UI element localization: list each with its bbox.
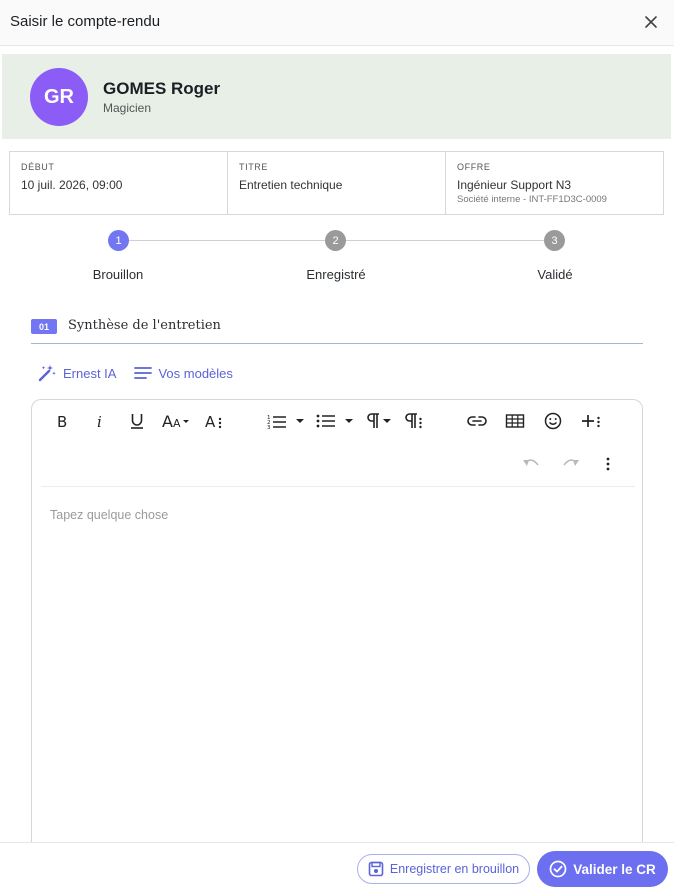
editor-tools-row: Ernest IA Vos modèles	[37, 362, 251, 384]
editor-content-area[interactable]: Tapez quelque chose	[50, 508, 168, 522]
step-2-label: Enregistré	[306, 267, 366, 282]
step-2-circle: 2	[325, 230, 346, 251]
font-size-icon: AA	[162, 412, 189, 430]
insert-more-button[interactable]	[578, 409, 604, 433]
svg-text:A: A	[205, 413, 216, 430]
caret-down-icon	[345, 419, 353, 423]
caret-down-icon	[383, 419, 391, 423]
templates-label: Vos modèles	[158, 365, 233, 381]
validate-button[interactable]: Valider le CR	[537, 851, 668, 887]
rich-text-editor: B i AA A 123 Tapez quelque chose	[31, 399, 643, 869]
info-value: 10 juil. 2026, 09:00	[21, 178, 123, 192]
paragraph-format-icon	[367, 413, 379, 428]
dialog-header: Saisir le compte-rendu	[0, 0, 674, 46]
templates-button[interactable]: Vos modèles	[134, 365, 233, 381]
redo-icon	[563, 459, 579, 466]
underline-icon	[131, 414, 143, 429]
info-title: TITRE Entretien technique	[228, 152, 446, 214]
caret-down-icon	[296, 419, 304, 423]
dialog-footer: Enregistrer en brouillon Valider le CR	[0, 842, 674, 889]
ordered-list-button[interactable]: 123	[264, 409, 290, 433]
candidate-role: Magicien	[103, 101, 152, 115]
toolbar-divider	[41, 486, 635, 487]
paragraph-style-icon	[405, 413, 422, 429]
avatar: GR	[30, 68, 88, 126]
info-label: TITRE	[239, 162, 268, 172]
ordered-list-icon: 123	[267, 415, 286, 429]
validate-label: Valider le CR	[573, 861, 656, 877]
italic-button[interactable]: i	[87, 409, 113, 433]
bold-button[interactable]: B	[49, 409, 75, 433]
info-offer: OFFRE Ingénieur Support N3 Société inter…	[446, 152, 663, 214]
save-draft-button[interactable]: Enregistrer en brouillon	[357, 854, 530, 884]
candidate-card: GR GOMES Roger Magicien	[2, 54, 671, 139]
text-style-button[interactable]: A	[201, 409, 227, 433]
check-circle-icon	[549, 860, 567, 878]
paragraph-style-button[interactable]	[401, 409, 427, 433]
section-heading: 01 Synthèse de l'entretien	[31, 316, 643, 344]
text-style-icon: A	[205, 413, 222, 430]
list-lines-icon	[134, 367, 153, 379]
dialog-title: Saisir le compte-rendu	[10, 13, 161, 30]
step-3-circle: 3	[544, 230, 565, 251]
info-value: Ingénieur Support N3	[457, 178, 572, 192]
undo-icon	[523, 459, 539, 466]
step-connector	[346, 240, 544, 241]
italic-icon: i	[97, 413, 102, 429]
svg-text:i: i	[97, 413, 102, 429]
step-1-circle: 1	[108, 230, 129, 251]
emoji-button[interactable]	[540, 409, 566, 433]
table-icon	[505, 414, 525, 428]
interview-info-grid: DÉBUT 10 juil. 2026, 09:00 TITRE Entreti…	[9, 151, 664, 215]
section-title: Synthèse de l'entretien	[68, 318, 221, 333]
undo-button[interactable]	[519, 452, 545, 476]
status-stepper: 1 2 3 Brouillon Enregistré Validé	[0, 228, 674, 288]
paragraph-format-dropdown[interactable]	[383, 409, 391, 433]
insert-more-icon	[582, 415, 600, 428]
underline-button[interactable]	[124, 409, 150, 433]
ordered-list-dropdown[interactable]	[296, 409, 304, 433]
redo-button[interactable]	[557, 452, 583, 476]
save-icon	[368, 861, 384, 877]
info-label: DÉBUT	[21, 162, 55, 172]
info-sub: Société interne - INT-FF1D3C-0009	[457, 194, 607, 205]
more-options-button[interactable]	[595, 452, 621, 476]
link-icon	[467, 416, 487, 426]
bold-icon: B	[57, 413, 67, 429]
unordered-list-dropdown[interactable]	[345, 409, 353, 433]
section-number-badge: 01	[31, 319, 57, 334]
close-icon	[645, 16, 657, 28]
magic-wand-icon	[38, 365, 56, 382]
svg-text:B: B	[57, 413, 67, 429]
table-button[interactable]	[502, 409, 528, 433]
save-draft-label: Enregistrer en brouillon	[389, 862, 520, 876]
svg-text:3: 3	[267, 425, 271, 429]
unordered-list-icon	[316, 414, 335, 428]
info-label: OFFRE	[457, 162, 491, 172]
svg-text:A: A	[162, 412, 173, 430]
ernest-ai-button[interactable]: Ernest IA	[37, 363, 116, 383]
info-value: Entretien technique	[239, 178, 343, 192]
candidate-name: GOMES Roger	[103, 79, 221, 98]
emoji-icon	[544, 412, 562, 430]
info-start: DÉBUT 10 juil. 2026, 09:00	[10, 152, 228, 214]
svg-text:A: A	[173, 417, 181, 430]
step-3-label: Validé	[537, 267, 573, 282]
more-vertical-icon	[606, 457, 610, 471]
step-connector	[129, 240, 325, 241]
ernest-ai-label: Ernest IA	[63, 365, 117, 381]
close-button[interactable]	[640, 11, 662, 33]
step-1-label: Brouillon	[92, 267, 144, 282]
font-size-button[interactable]: AA	[160, 409, 192, 433]
link-button[interactable]	[464, 409, 490, 433]
unordered-list-button[interactable]	[313, 409, 339, 433]
